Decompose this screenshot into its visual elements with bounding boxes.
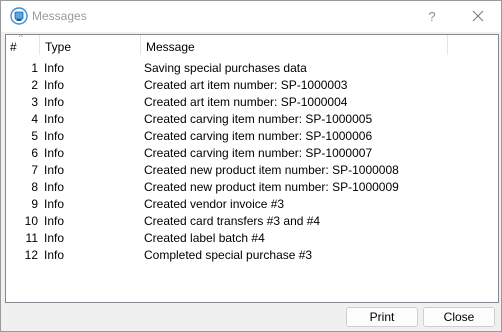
close-button[interactable]: Close [423, 307, 495, 327]
table-row[interactable]: 1 Info Saving special purchases data [6, 59, 498, 76]
column-header-number[interactable]: ^ # [6, 35, 40, 55]
close-icon [472, 10, 484, 22]
table-row[interactable]: 9 Info Created vendor invoice #3 [6, 195, 498, 212]
table-row[interactable]: 7 Info Created new product item number: … [6, 161, 498, 178]
row-type: Info [44, 78, 65, 92]
row-number: 3 [31, 95, 38, 109]
print-button[interactable]: Print [346, 307, 418, 327]
sort-arrow-icon: ^ [19, 34, 23, 42]
row-number: 12 [24, 248, 38, 262]
table-row[interactable]: 3 Info Created art item number: SP-10000… [6, 93, 498, 110]
help-button[interactable]: ? [409, 1, 455, 32]
row-type: Info [44, 61, 65, 75]
window-close-button[interactable] [455, 1, 501, 32]
row-message: Created label batch #4 [144, 231, 265, 245]
row-number: 11 [25, 231, 38, 245]
row-number: 4 [31, 112, 38, 126]
row-type: Info [44, 231, 65, 245]
table-row[interactable]: 2 Info Created art item number: SP-10000… [6, 76, 498, 93]
row-type: Info [44, 129, 65, 143]
app-icon [10, 7, 28, 25]
row-message: Created card transfers #3 and #4 [144, 214, 321, 228]
row-message: Saving special purchases data [144, 61, 307, 75]
row-type: Info [44, 214, 65, 228]
column-header-message[interactable]: Message [141, 35, 448, 55]
messages-dialog: Messages ? ^ # Type Message 1 Info Savin… [0, 0, 502, 332]
row-message: Created carving item number: SP-1000005 [144, 112, 373, 126]
row-message: Created art item number: SP-1000004 [144, 95, 348, 109]
row-message: Completed special purchase #3 [144, 248, 313, 262]
messages-list[interactable]: ^ # Type Message 1 Info Saving special p… [5, 34, 499, 303]
row-type: Info [44, 95, 65, 109]
list-rows: 1 Info Saving special purchases data 2 I… [6, 59, 498, 263]
table-row[interactable]: 6 Info Created carving item number: SP-1… [6, 144, 498, 161]
row-type: Info [44, 146, 65, 160]
row-type: Info [44, 112, 65, 126]
column-header-type-label: Type [45, 40, 72, 54]
row-message: Created new product item number: SP-1000… [144, 180, 399, 194]
row-type: Info [44, 163, 65, 177]
table-row[interactable]: 4 Info Created carving item number: SP-1… [6, 110, 498, 127]
row-type: Info [44, 197, 65, 211]
table-row[interactable]: 11 Info Created label batch #4 [6, 229, 498, 246]
list-header: ^ # Type Message [6, 35, 498, 55]
column-header-number-label: # [10, 40, 17, 54]
table-row[interactable]: 5 Info Created carving item number: SP-1… [6, 127, 498, 144]
row-message: Created new product item number: SP-1000… [144, 163, 399, 177]
window-title: Messages [32, 9, 87, 23]
row-message: Created art item number: SP-1000003 [144, 78, 348, 92]
row-message: Created vendor invoice #3 [144, 197, 285, 211]
table-row[interactable]: 8 Info Created new product item number: … [6, 178, 498, 195]
row-number: 1 [31, 61, 38, 75]
row-number: 6 [31, 146, 38, 160]
row-number: 5 [31, 129, 38, 143]
row-message: Created carving item number: SP-1000007 [144, 146, 373, 160]
row-message: Created carving item number: SP-1000006 [144, 129, 373, 143]
row-number: 8 [31, 180, 38, 194]
row-number: 7 [31, 163, 38, 177]
row-number: 10 [24, 214, 38, 228]
column-header-type[interactable]: Type [40, 35, 141, 55]
row-number: 9 [31, 197, 38, 211]
row-number: 2 [31, 78, 38, 92]
row-type: Info [44, 180, 65, 194]
title-bar[interactable]: Messages ? [1, 1, 501, 32]
table-row[interactable]: 10 Info Created card transfers #3 and #4 [6, 212, 498, 229]
column-header-message-label: Message [146, 40, 195, 54]
row-type: Info [44, 248, 65, 262]
table-row[interactable]: 12 Info Completed special purchase #3 [6, 246, 498, 263]
